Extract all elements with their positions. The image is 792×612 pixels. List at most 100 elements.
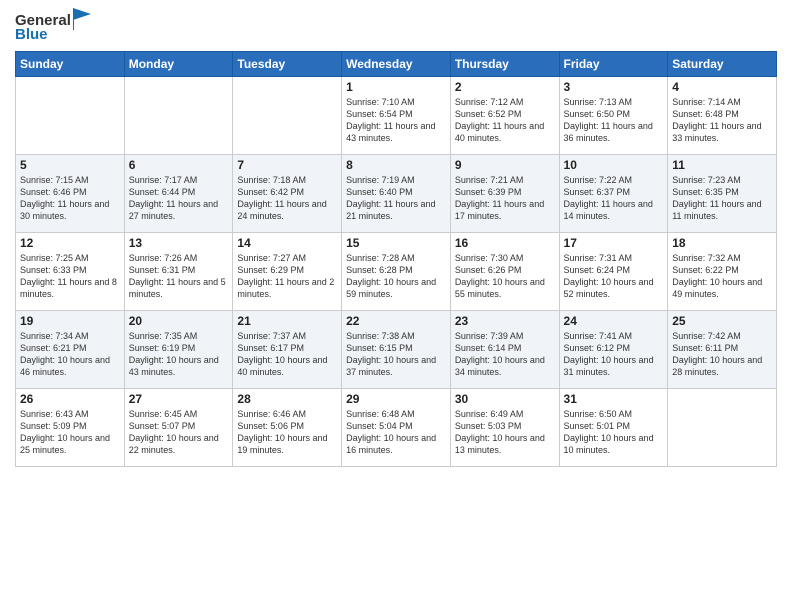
- day-info: Sunrise: 7:26 AM Sunset: 6:31 PM Dayligh…: [129, 252, 229, 301]
- table-row: 10 Sunrise: 7:22 AM Sunset: 6:37 PM Dayli…: [559, 155, 668, 233]
- day-number: 13: [129, 236, 229, 250]
- table-row: 4 Sunrise: 7:14 AM Sunset: 6:48 PM Daylig…: [668, 77, 777, 155]
- day-info: Sunrise: 6:43 AM Sunset: 5:09 PM Dayligh…: [20, 408, 120, 457]
- table-row: [124, 77, 233, 155]
- day-info: Sunrise: 7:10 AM Sunset: 6:54 PM Dayligh…: [346, 96, 446, 145]
- day-number: 15: [346, 236, 446, 250]
- day-info: Sunrise: 7:30 AM Sunset: 6:26 PM Dayligh…: [455, 252, 555, 301]
- table-row: 2 Sunrise: 7:12 AM Sunset: 6:52 PM Daylig…: [450, 77, 559, 155]
- day-number: 5: [20, 158, 120, 172]
- day-info: Sunrise: 6:50 AM Sunset: 5:01 PM Dayligh…: [564, 408, 664, 457]
- header-monday: Monday: [124, 52, 233, 77]
- table-row: 13 Sunrise: 7:26 AM Sunset: 6:31 PM Dayli…: [124, 233, 233, 311]
- table-row: 22Sunrise: 7:38 AM Sunset: 6:15 PM Dayli…: [342, 311, 451, 389]
- calendar-week-row: 19Sunrise: 7:34 AM Sunset: 6:21 PM Dayli…: [16, 311, 777, 389]
- day-info: Sunrise: 6:48 AM Sunset: 5:04 PM Dayligh…: [346, 408, 446, 457]
- table-row: 18 Sunrise: 7:32 AM Sunset: 6:22 PM Dayli…: [668, 233, 777, 311]
- table-row: [233, 77, 342, 155]
- table-row: [16, 77, 125, 155]
- day-info: Sunrise: 7:34 AM Sunset: 6:21 PM Dayligh…: [20, 330, 120, 379]
- header-saturday: Saturday: [668, 52, 777, 77]
- table-row: 6Sunrise: 7:17 AM Sunset: 6:44 PM Daylig…: [124, 155, 233, 233]
- table-row: 3 Sunrise: 7:13 AM Sunset: 6:50 PM Daylig…: [559, 77, 668, 155]
- day-number: 28: [237, 392, 337, 406]
- day-info: Sunrise: 7:12 AM Sunset: 6:52 PM Dayligh…: [455, 96, 555, 145]
- day-number: 30: [455, 392, 555, 406]
- table-row: 24 Sunrise: 7:41 AM Sunset: 6:12 PM Dayli…: [559, 311, 668, 389]
- table-row: 26 Sunrise: 6:43 AM Sunset: 5:09 PM Dayli…: [16, 389, 125, 467]
- day-info: Sunrise: 7:15 AM Sunset: 6:46 PM Dayligh…: [20, 174, 120, 223]
- table-row: 5 Sunrise: 7:15 AM Sunset: 6:46 PM Daylig…: [16, 155, 125, 233]
- table-row: 20 Sunrise: 7:35 AM Sunset: 6:19 PM Dayli…: [124, 311, 233, 389]
- page: General Blue Sunday Monday Tuesday Wedne…: [0, 0, 792, 612]
- day-number: 12: [20, 236, 120, 250]
- day-info: Sunrise: 6:49 AM Sunset: 5:03 PM Dayligh…: [455, 408, 555, 457]
- day-info: Sunrise: 7:39 AM Sunset: 6:14 PM Dayligh…: [455, 330, 555, 379]
- calendar-week-row: 12 Sunrise: 7:25 AM Sunset: 6:33 PM Dayli…: [16, 233, 777, 311]
- table-row: 27 Sunrise: 6:45 AM Sunset: 5:07 PM Dayli…: [124, 389, 233, 467]
- day-info: Sunrise: 7:42 AM Sunset: 6:11 PM Dayligh…: [672, 330, 772, 379]
- day-number: 22: [346, 314, 446, 328]
- day-info: Sunrise: 7:27 AM Sunset: 6:29 PM Dayligh…: [237, 252, 337, 301]
- day-info: Sunrise: 7:37 AM Sunset: 6:17 PM Dayligh…: [237, 330, 337, 379]
- day-info: Sunrise: 7:31 AM Sunset: 6:24 PM Dayligh…: [564, 252, 664, 301]
- day-info: Sunrise: 7:13 AM Sunset: 6:50 PM Dayligh…: [564, 96, 664, 145]
- day-number: 27: [129, 392, 229, 406]
- day-info: Sunrise: 7:22 AM Sunset: 6:37 PM Dayligh…: [564, 174, 664, 223]
- day-info: Sunrise: 7:35 AM Sunset: 6:19 PM Dayligh…: [129, 330, 229, 379]
- logo-flag-icon: [73, 8, 91, 30]
- day-number: 2: [455, 80, 555, 94]
- day-info: Sunrise: 7:41 AM Sunset: 6:12 PM Dayligh…: [564, 330, 664, 379]
- day-info: Sunrise: 6:46 AM Sunset: 5:06 PM Dayligh…: [237, 408, 337, 457]
- day-info: Sunrise: 7:32 AM Sunset: 6:22 PM Dayligh…: [672, 252, 772, 301]
- day-number: 24: [564, 314, 664, 328]
- day-number: 21: [237, 314, 337, 328]
- table-row: 16 Sunrise: 7:30 AM Sunset: 6:26 PM Dayli…: [450, 233, 559, 311]
- calendar-week-row: 26 Sunrise: 6:43 AM Sunset: 5:09 PM Dayli…: [16, 389, 777, 467]
- table-row: 23 Sunrise: 7:39 AM Sunset: 6:14 PM Dayli…: [450, 311, 559, 389]
- day-info: Sunrise: 7:14 AM Sunset: 6:48 PM Dayligh…: [672, 96, 772, 145]
- table-row: 12 Sunrise: 7:25 AM Sunset: 6:33 PM Dayli…: [16, 233, 125, 311]
- calendar-week-row: 5 Sunrise: 7:15 AM Sunset: 6:46 PM Daylig…: [16, 155, 777, 233]
- table-row: 31 Sunrise: 6:50 AM Sunset: 5:01 PM Dayli…: [559, 389, 668, 467]
- calendar-week-row: 1 Sunrise: 7:10 AM Sunset: 6:54 PM Daylig…: [16, 77, 777, 155]
- day-info: Sunrise: 7:23 AM Sunset: 6:35 PM Dayligh…: [672, 174, 772, 223]
- day-number: 1: [346, 80, 446, 94]
- day-number: 8: [346, 158, 446, 172]
- day-number: 9: [455, 158, 555, 172]
- table-row: 9Sunrise: 7:21 AM Sunset: 6:39 PM Daylig…: [450, 155, 559, 233]
- table-row: 14 Sunrise: 7:27 AM Sunset: 6:29 PM Dayli…: [233, 233, 342, 311]
- day-info: Sunrise: 7:17 AM Sunset: 6:44 PM Dayligh…: [129, 174, 229, 223]
- day-number: 29: [346, 392, 446, 406]
- calendar-table: Sunday Monday Tuesday Wednesday Thursday…: [15, 51, 777, 467]
- table-row: [668, 389, 777, 467]
- day-number: 10: [564, 158, 664, 172]
- table-row: 17 Sunrise: 7:31 AM Sunset: 6:24 PM Dayli…: [559, 233, 668, 311]
- day-number: 17: [564, 236, 664, 250]
- table-row: 21 Sunrise: 7:37 AM Sunset: 6:17 PM Dayli…: [233, 311, 342, 389]
- day-number: 23: [455, 314, 555, 328]
- logo: General Blue: [15, 10, 91, 43]
- header-tuesday: Tuesday: [233, 52, 342, 77]
- day-number: 14: [237, 236, 337, 250]
- table-row: 30 Sunrise: 6:49 AM Sunset: 5:03 PM Dayli…: [450, 389, 559, 467]
- day-info: Sunrise: 6:45 AM Sunset: 5:07 PM Dayligh…: [129, 408, 229, 457]
- day-number: 26: [20, 392, 120, 406]
- day-info: Sunrise: 7:25 AM Sunset: 6:33 PM Dayligh…: [20, 252, 120, 301]
- header-friday: Friday: [559, 52, 668, 77]
- day-number: 4: [672, 80, 772, 94]
- day-number: 16: [455, 236, 555, 250]
- header-sunday: Sunday: [16, 52, 125, 77]
- table-row: 29 Sunrise: 6:48 AM Sunset: 5:04 PM Dayli…: [342, 389, 451, 467]
- day-number: 20: [129, 314, 229, 328]
- day-info: Sunrise: 7:19 AM Sunset: 6:40 PM Dayligh…: [346, 174, 446, 223]
- table-row: 8 Sunrise: 7:19 AM Sunset: 6:40 PM Daylig…: [342, 155, 451, 233]
- table-row: 28 Sunrise: 6:46 AM Sunset: 5:06 PM Dayli…: [233, 389, 342, 467]
- day-number: 3: [564, 80, 664, 94]
- table-row: 15Sunrise: 7:28 AM Sunset: 6:28 PM Dayli…: [342, 233, 451, 311]
- day-number: 31: [564, 392, 664, 406]
- header: General Blue: [15, 10, 777, 43]
- day-number: 25: [672, 314, 772, 328]
- day-number: 18: [672, 236, 772, 250]
- weekday-header-row: Sunday Monday Tuesday Wednesday Thursday…: [16, 52, 777, 77]
